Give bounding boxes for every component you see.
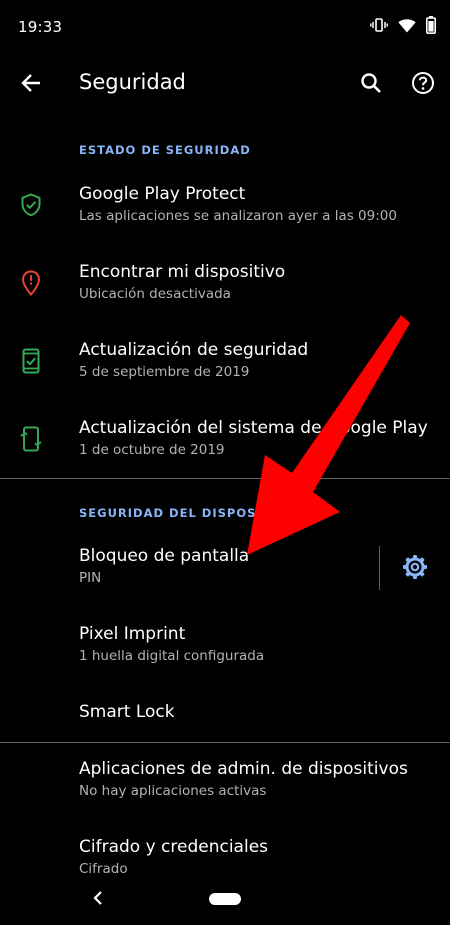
item-subtitle: 1 de octubre de 2019: [79, 442, 225, 458]
screen-lock-divider: [379, 546, 380, 590]
gear-icon: [402, 554, 428, 584]
phone-update-icon: [18, 426, 44, 452]
back-button[interactable]: [14, 68, 48, 102]
home-pill-icon[interactable]: [209, 893, 241, 905]
nav-back-icon: [92, 890, 104, 910]
item-title: Cifrado y credenciales: [79, 837, 269, 857]
list-item-device-admin-apps[interactable]: Aplicaciones de admin. de dispositivos N…: [0, 751, 450, 813]
item-subtitle: Cifrado: [79, 861, 128, 877]
item-title: Google Play Protect: [79, 184, 246, 204]
item-subtitle: 1 huella digital configurada: [79, 648, 265, 664]
list-item-smart-lock[interactable]: Smart Lock: [0, 694, 450, 738]
app-bar: Seguridad: [0, 56, 450, 112]
arrow-back-icon: [21, 73, 41, 97]
help-icon: [411, 71, 435, 99]
section-divider: [0, 478, 450, 479]
item-subtitle: 5 de septiembre de 2019: [79, 364, 250, 380]
search-button[interactable]: [354, 68, 388, 102]
item-subtitle: No hay aplicaciones activas: [79, 783, 267, 799]
screen-lock-settings-button[interactable]: [400, 554, 430, 584]
list-item-security-update[interactable]: Actualización de seguridad 5 de septiemb…: [0, 332, 450, 394]
item-title: Aplicaciones de admin. de dispositivos: [79, 759, 408, 779]
item-title: Actualización del sistema de Google Play: [79, 418, 428, 438]
item-title: Bloqueo de pantalla: [79, 546, 250, 566]
page-title: Seguridad: [79, 70, 186, 94]
item-title: Smart Lock: [79, 702, 175, 722]
item-title: Pixel Imprint: [79, 624, 186, 644]
wifi-icon: [398, 18, 416, 33]
list-item-find-device[interactable]: Encontrar mi dispositivo Ubicación desac…: [0, 254, 450, 316]
section-divider: [0, 742, 450, 743]
phone-check-icon: [18, 348, 44, 374]
item-subtitle: Ubicación desactivada: [79, 286, 231, 302]
status-icons: [370, 16, 436, 34]
item-subtitle: Las aplicaciones se analizaron ayer a la…: [79, 208, 397, 224]
list-item-encryption[interactable]: Cifrado y credenciales Cifrado: [0, 829, 450, 880]
vibrate-icon: [370, 17, 388, 33]
search-icon: [360, 72, 382, 98]
item-subtitle: PIN: [79, 570, 102, 586]
status-bar: 19:33: [0, 0, 450, 56]
shield-check-icon: [18, 192, 44, 218]
list-item-pixel-imprint[interactable]: Pixel Imprint 1 huella digital configura…: [0, 616, 450, 678]
status-time: 19:33: [18, 18, 63, 36]
section-header-status: ESTADO DE SEGURIDAD: [79, 143, 251, 157]
list-item-screen-lock[interactable]: Bloqueo de pantalla PIN: [0, 538, 378, 600]
item-title: Encontrar mi dispositivo: [79, 262, 286, 282]
nav-back-button[interactable]: [86, 888, 110, 912]
section-header-device: SEGURIDAD DEL DISPOSITIVO: [79, 506, 297, 520]
navigation-bar: [0, 880, 450, 925]
help-button[interactable]: [406, 68, 440, 102]
item-title: Actualización de seguridad: [79, 340, 309, 360]
battery-icon: [426, 16, 436, 34]
list-item-play-system-update[interactable]: Actualización del sistema de Google Play…: [0, 410, 450, 472]
list-item-play-protect[interactable]: Google Play Protect Las aplicaciones se …: [0, 176, 450, 238]
location-alert-icon: [18, 270, 44, 296]
